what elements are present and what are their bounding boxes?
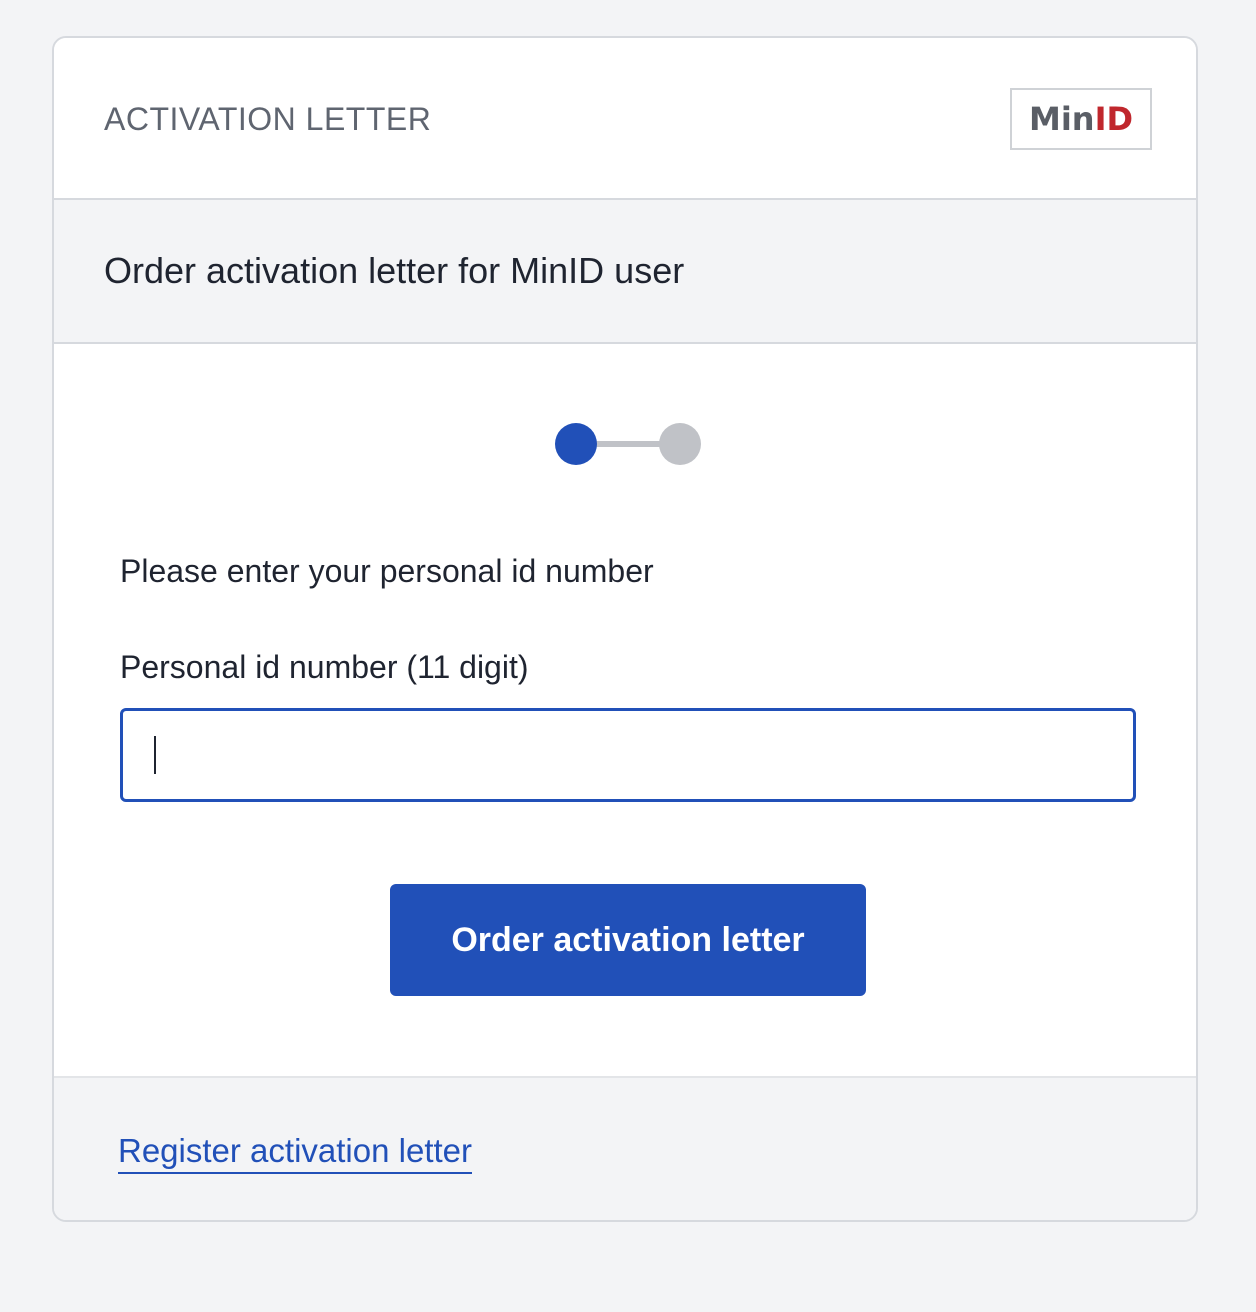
activation-letter-card: ACTIVATION LETTER Min ID Order activation… — [52, 36, 1198, 1222]
step-1-indicator-active — [555, 423, 597, 465]
order-activation-letter-button[interactable]: Order activation letter — [390, 884, 866, 996]
register-activation-letter-link[interactable]: Register activation letter — [118, 1132, 472, 1174]
logo-text-min: Min — [1028, 100, 1095, 138]
progress-stepper — [555, 423, 701, 465]
header-title: ACTIVATION LETTER — [104, 101, 432, 137]
personal-id-input[interactable] — [123, 711, 1133, 799]
logo-text-id: ID — [1094, 100, 1134, 138]
minid-logo: Min ID — [1010, 88, 1152, 150]
page-title: Order activation letter for MinID user — [104, 250, 685, 291]
step-2-indicator-inactive — [659, 423, 701, 465]
text-caret — [154, 736, 156, 774]
page-subheader: Order activation letter for MinID user — [54, 200, 1196, 344]
personal-id-field-wrapper — [120, 708, 1136, 802]
card-footer: Register activation letter — [54, 1076, 1196, 1220]
stepper-connector — [593, 441, 663, 447]
card-header: ACTIVATION LETTER Min ID — [54, 38, 1196, 200]
personal-id-label: Personal id number (11 digit) — [120, 649, 529, 685]
instruction-text: Please enter your personal id number — [120, 553, 654, 589]
